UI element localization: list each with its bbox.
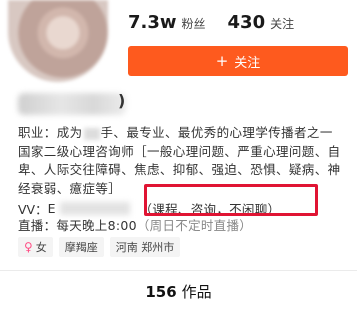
tag-location: 河南 郑州市 [109, 237, 181, 257]
works-label: 作品 [181, 283, 212, 301]
tag-gender-label: 女 [35, 241, 47, 254]
profile-stats: 7.3w 粉丝 430 关注 [128, 12, 294, 33]
tag-location-label: 河南 郑州市 [115, 241, 175, 254]
bio-line-2: 国家二级心理咨询师［一般心理问题、严重心理问题、自 [18, 143, 341, 159]
live-schedule: 直播：每天晚上8:00（周日不定时直播） [18, 215, 252, 234]
profile-name-redacted [18, 93, 126, 115]
fans-count[interactable]: 7.3w [128, 12, 177, 33]
tag-zodiac: 摩羯座 [58, 237, 104, 257]
profile-bio: 职业：成为 手、最专业、最优秀的心理学传播者之一 国家二级心理咨询师［一般心理问题… [18, 124, 354, 198]
tag-gender: ♀ 女 [18, 237, 53, 257]
live-label: 直播：每天晚上8:00 [18, 218, 137, 233]
vv-prefix: E [47, 201, 56, 216]
fans-label[interactable]: 粉丝 [182, 15, 206, 32]
bio-line-1-end: 手、最专业、最优秀的心理学传播者之一 [100, 125, 333, 140]
vv-redacted [59, 202, 130, 215]
follow-button[interactable]: + 关注 [128, 46, 348, 76]
profile-name-suffix: ) [118, 91, 126, 110]
live-note: （周日不定时直播） [136, 218, 253, 233]
works-count: 156 [145, 282, 177, 301]
bio-line-4: 经衰弱、癔症等］ [18, 180, 122, 196]
tag-zodiac-label: 摩羯座 [64, 241, 98, 254]
bio-redacted [83, 127, 100, 140]
plus-icon: + [215, 52, 229, 70]
tab-works[interactable]: 156 作品 [0, 270, 357, 312]
bio-line-1: 职业：成为 手、最专业、最优秀的心理学传播者之一 [18, 124, 354, 143]
avatar[interactable] [8, 0, 108, 82]
following-count[interactable]: 430 [228, 12, 266, 33]
female-icon: ♀ [24, 240, 33, 254]
follow-button-label: 关注 [234, 55, 261, 71]
bio-line-3: 卑、人际交往障碍、焦虑、抑郁、强迫、恐惧、疑病、神 [18, 162, 341, 177]
bio-line-1-start: 职业：成为 [18, 125, 83, 140]
profile-tags: ♀ 女 摩羯座 河南 郑州市 [18, 237, 186, 257]
following-label[interactable]: 关注 [270, 15, 294, 32]
